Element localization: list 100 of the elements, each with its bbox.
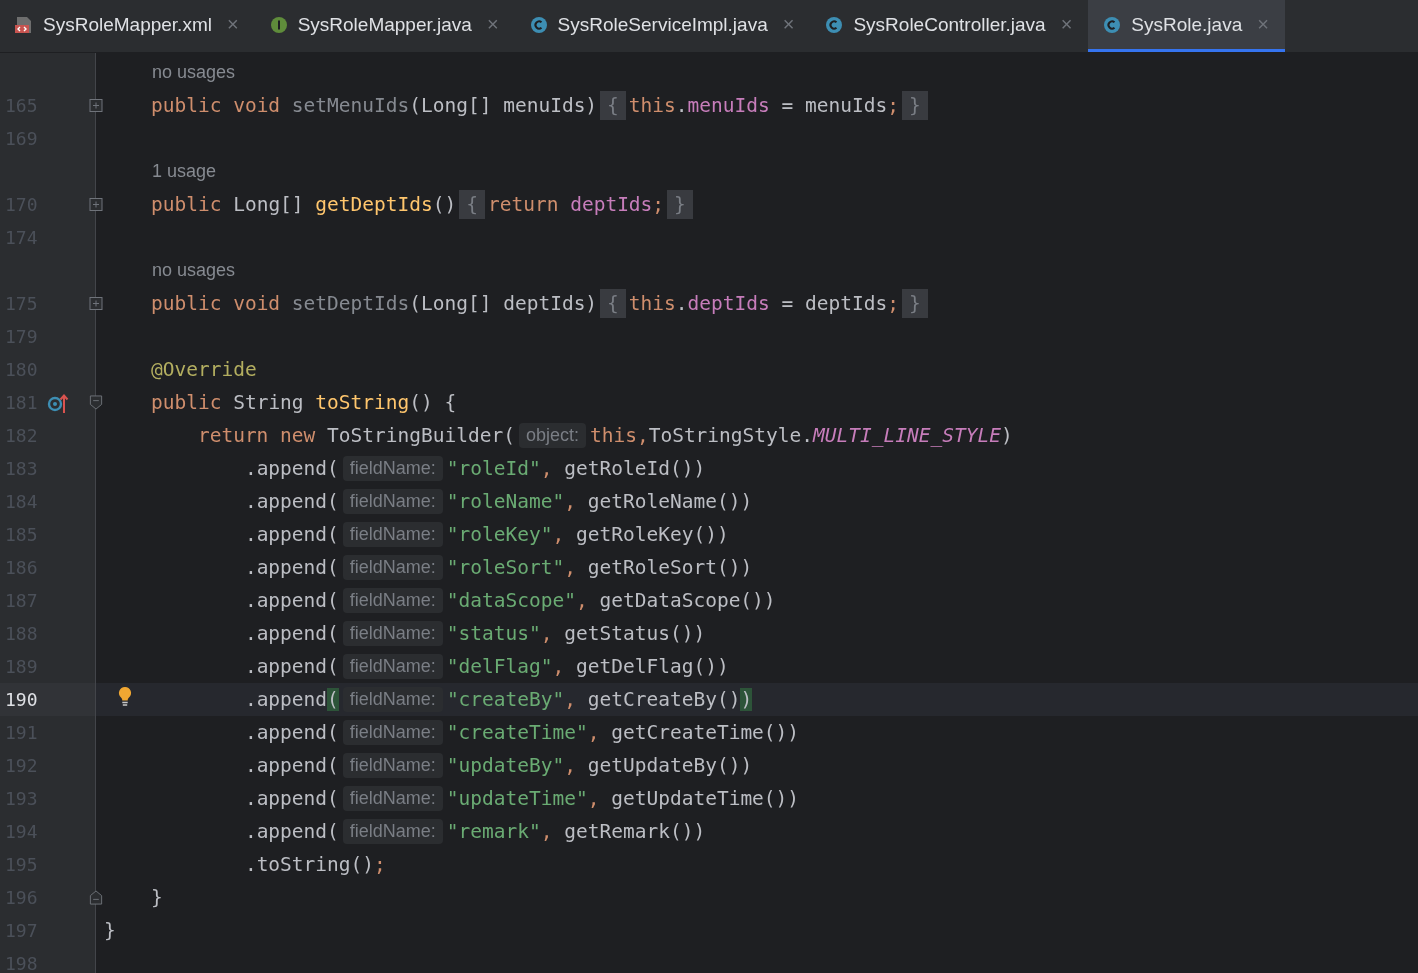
fold-expand-icon[interactable] xyxy=(88,296,103,311)
code-text: toString xyxy=(315,391,410,414)
code-text: getStatus()) xyxy=(563,622,706,645)
code-text: getDeptIds xyxy=(315,193,433,216)
code-text: , xyxy=(564,754,576,777)
code-text: getUpdateTime()) xyxy=(610,787,800,810)
code-string: "createTime" xyxy=(446,721,588,744)
interface-icon xyxy=(268,14,289,35)
folded-code[interactable]: { xyxy=(600,91,626,120)
parameter-hint: fieldName: xyxy=(342,654,443,679)
code-text: , xyxy=(540,457,553,480)
fold-end-icon[interactable] xyxy=(88,890,103,905)
parameter-hint: fieldName: xyxy=(342,588,443,613)
code-text: = deptIds xyxy=(780,292,888,315)
code-text: deptIds xyxy=(687,292,770,315)
code-text: getRoleName()) xyxy=(586,490,753,513)
parameter-hint: fieldName: xyxy=(342,819,443,844)
close-button[interactable]: × xyxy=(226,13,239,36)
tab-label: SysRoleController.java xyxy=(853,13,1046,36)
folded-code[interactable]: { xyxy=(600,289,626,318)
code-text: .append( xyxy=(244,490,339,513)
code-text: String xyxy=(233,391,305,414)
code-string: "createBy" xyxy=(446,688,565,711)
code-text: Long[] xyxy=(233,193,305,216)
code-text: () xyxy=(432,193,457,216)
code-keyword: public xyxy=(150,391,223,414)
code-keyword: public void xyxy=(150,94,282,117)
parameter-hint: fieldName: xyxy=(342,555,443,580)
code-text: getDataScope()) xyxy=(598,589,776,612)
fold-expand-icon[interactable] xyxy=(88,197,103,212)
code-text: ; xyxy=(887,94,899,117)
folded-code[interactable]: } xyxy=(901,91,928,120)
code-string: "roleSort" xyxy=(446,556,565,579)
code-string: "remark" xyxy=(446,820,541,843)
usage-hint[interactable]: 1 usage xyxy=(104,161,217,182)
line-number: 190 xyxy=(5,689,38,710)
parameter-hint: fieldName: xyxy=(342,687,443,712)
class-icon xyxy=(824,14,845,35)
code-text: deptIds xyxy=(570,193,653,216)
code-text: (Long[] deptIds) xyxy=(409,292,598,315)
code-keyword: this, xyxy=(589,424,649,447)
folded-code[interactable]: } xyxy=(901,289,928,318)
close-button[interactable]: × xyxy=(1060,13,1073,36)
code-string: "updateTime" xyxy=(446,787,588,810)
code-text: getRoleKey()) xyxy=(575,523,729,546)
code-text: , xyxy=(564,490,576,513)
parameter-hint: fieldName: xyxy=(342,753,443,778)
editor-tab[interactable]: SysRoleMapper.java × xyxy=(254,0,515,52)
folded-code[interactable]: { xyxy=(459,190,485,219)
code-string: "roleName" xyxy=(446,490,565,513)
parameter-hint: fieldName: xyxy=(342,456,443,481)
code-keyword: this xyxy=(628,94,676,117)
lightbulb-icon[interactable] xyxy=(117,686,133,708)
code-text: = menuIds xyxy=(780,94,888,117)
code-text: getRemark()) xyxy=(563,820,706,843)
code-text: , xyxy=(540,622,553,645)
code-text: .append( xyxy=(244,820,339,843)
code-text: MULTI_LINE_STYLE xyxy=(813,424,1001,447)
code-text: (Long[] menuIds) xyxy=(409,94,598,117)
code-text: getRoleId()) xyxy=(563,457,706,480)
code-string: "status" xyxy=(446,622,541,645)
code-keyword: this xyxy=(628,292,676,315)
code-text: , xyxy=(540,820,553,843)
folded-code[interactable]: } xyxy=(667,190,693,219)
code-string: "roleKey" xyxy=(446,523,553,546)
code-text: ; xyxy=(374,853,386,876)
usage-hint[interactable]: no usages xyxy=(104,62,236,83)
usage-hint[interactable]: no usages xyxy=(104,260,236,281)
class-icon xyxy=(528,14,549,35)
code-text: ) xyxy=(1000,424,1013,447)
code-text: , xyxy=(564,556,576,579)
class-icon xyxy=(1102,14,1123,35)
editor-tab[interactable]: SysRoleMapper.xml × xyxy=(0,0,255,52)
parameter-hint: fieldName: xyxy=(342,522,443,547)
fold-collapse-icon[interactable] xyxy=(88,395,103,410)
code-text: . xyxy=(675,292,688,315)
code-keyword: return xyxy=(488,193,560,216)
code-text: . xyxy=(675,94,688,117)
code-string: "delFlag" xyxy=(446,655,553,678)
code-text: .append( xyxy=(244,754,339,777)
code-keyword: public xyxy=(150,193,223,216)
code-text: getDelFlag()) xyxy=(575,655,729,678)
code-text: , xyxy=(564,688,577,711)
code-text: , xyxy=(587,787,600,810)
code-string: "updateBy" xyxy=(446,754,565,777)
code-text: menuIds xyxy=(687,94,770,117)
close-button[interactable]: × xyxy=(782,13,795,36)
code-text: .append( xyxy=(244,589,339,612)
code-text: getUpdateBy()) xyxy=(586,754,753,777)
close-button[interactable]: × xyxy=(486,13,499,36)
code-text: ; xyxy=(887,292,899,315)
code-string: "roleId" xyxy=(446,457,541,480)
tab-label: SysRole.java xyxy=(1131,13,1243,36)
code-text: , xyxy=(552,655,565,678)
editor-tab[interactable]: SysRole.java × xyxy=(1088,0,1285,52)
code-text: } xyxy=(104,919,116,942)
editor-tab[interactable]: SysRoleController.java × xyxy=(810,0,1089,52)
close-button[interactable]: × xyxy=(1257,13,1269,36)
fold-expand-icon[interactable] xyxy=(88,98,103,113)
editor-tab[interactable]: SysRoleServiceImpl.java × xyxy=(514,0,811,52)
